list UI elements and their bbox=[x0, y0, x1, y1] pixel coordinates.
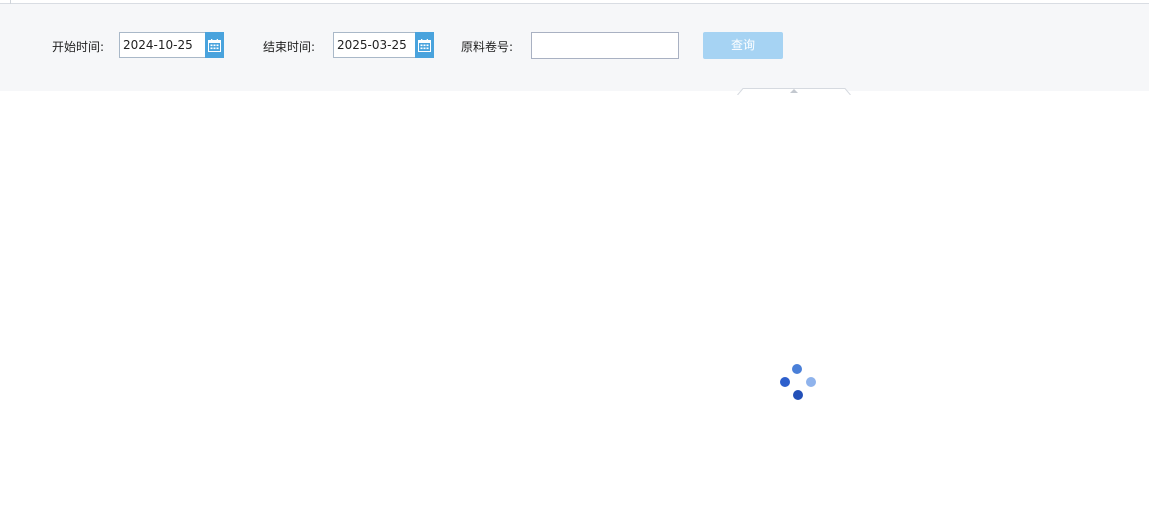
start-time-label: 开始时间: bbox=[52, 40, 105, 54]
end-date-input[interactable] bbox=[334, 33, 417, 57]
spinner-dot bbox=[792, 364, 802, 374]
calendar-icon bbox=[208, 38, 221, 52]
collapse-arrow-icon[interactable] bbox=[737, 87, 851, 95]
coil-number-field[interactable] bbox=[531, 32, 679, 59]
filter-toolbar: 开始时间: 结束时间: bbox=[0, 4, 1149, 95]
start-calendar-button[interactable] bbox=[205, 32, 224, 58]
coil-number-label: 原料卷号: bbox=[461, 40, 514, 54]
calendar-icon bbox=[418, 38, 431, 52]
start-date-field[interactable] bbox=[119, 32, 224, 58]
start-date-input[interactable] bbox=[120, 33, 207, 57]
spinner-dot bbox=[780, 377, 790, 387]
query-button[interactable]: 查询 bbox=[703, 32, 783, 59]
end-calendar-button[interactable] bbox=[415, 32, 434, 58]
end-date-field[interactable] bbox=[333, 32, 434, 58]
coil-number-input[interactable] bbox=[532, 33, 678, 58]
loading-spinner-icon bbox=[778, 363, 818, 403]
spinner-dot bbox=[806, 377, 816, 387]
end-time-label: 结束时间: bbox=[263, 40, 316, 54]
spinner-dot bbox=[793, 390, 803, 400]
